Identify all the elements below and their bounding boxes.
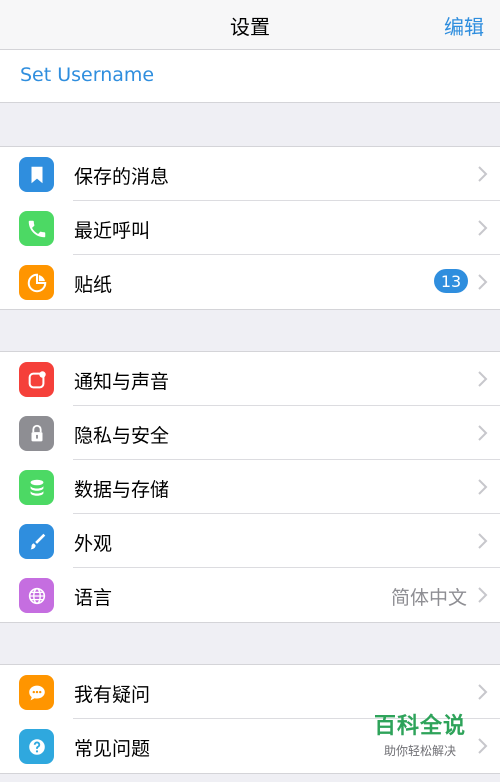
chevron-right-icon [478, 533, 488, 549]
sticker-icon [19, 265, 54, 300]
watermark-subtitle: 助你轻松解决 [383, 744, 456, 758]
row-label: 我有疑问 [74, 684, 151, 706]
row-saved-messages[interactable]: 保存的消息 [0, 147, 500, 201]
row-label: 保存的消息 [74, 166, 170, 188]
row-label: 最近呼叫 [74, 220, 151, 242]
row-label: 常见问题 [74, 738, 151, 760]
chevron-right-icon [478, 479, 488, 495]
lock-icon [19, 416, 54, 451]
row-language[interactable]: 语言 简体中文 [0, 568, 500, 622]
notification-icon [19, 362, 54, 397]
row-label: 数据与存储 [74, 479, 170, 501]
row-appearance[interactable]: 外观 [0, 514, 500, 568]
chevron-right-icon [478, 738, 488, 754]
row-privacy[interactable]: 隐私与安全 [0, 406, 500, 460]
brush-icon [19, 524, 54, 559]
set-username-link[interactable]: Set Username [20, 64, 154, 86]
row-label: 贴纸 [74, 274, 113, 296]
chevron-right-icon [478, 371, 488, 387]
phone-icon [19, 211, 54, 246]
chat-icon [19, 675, 54, 710]
settings-group-2: 通知与声音 隐私与安全 数据与存储 外观 语言 简体中文 [0, 351, 500, 623]
chevron-right-icon [478, 684, 488, 700]
row-recent-calls[interactable]: 最近呼叫 [0, 201, 500, 255]
unread-badge: 13 [434, 269, 468, 293]
row-data-storage[interactable]: 数据与存储 [0, 460, 500, 514]
row-notifications[interactable]: 通知与声音 [0, 352, 500, 406]
row-stickers[interactable]: 贴纸 13 [0, 255, 500, 309]
page-title: 设置 [230, 15, 270, 39]
row-label: 外观 [74, 533, 113, 555]
database-icon [19, 470, 54, 505]
set-username-row[interactable]: Set Username [0, 50, 500, 103]
watermark-title: 百科全说 [373, 714, 466, 739]
globe-icon [19, 578, 54, 613]
chevron-right-icon [478, 220, 488, 236]
navigation-bar: 设置 编辑 [0, 0, 500, 50]
chevron-right-icon [478, 166, 488, 182]
settings-group-1: 保存的消息 最近呼叫 贴纸 13 [0, 146, 500, 310]
question-icon [19, 729, 54, 764]
edit-button[interactable]: 编辑 [444, 11, 484, 40]
chevron-right-icon [478, 425, 488, 441]
chevron-right-icon [478, 274, 488, 290]
language-value: 简体中文 [390, 587, 467, 609]
watermark-logo: 百科全说 助你轻松解决 [365, 708, 475, 759]
bookmark-icon [19, 157, 54, 192]
row-label: 隐私与安全 [74, 425, 170, 447]
row-label: 通知与声音 [74, 371, 170, 393]
chevron-right-icon [478, 587, 488, 603]
row-label: 语言 [74, 587, 113, 609]
